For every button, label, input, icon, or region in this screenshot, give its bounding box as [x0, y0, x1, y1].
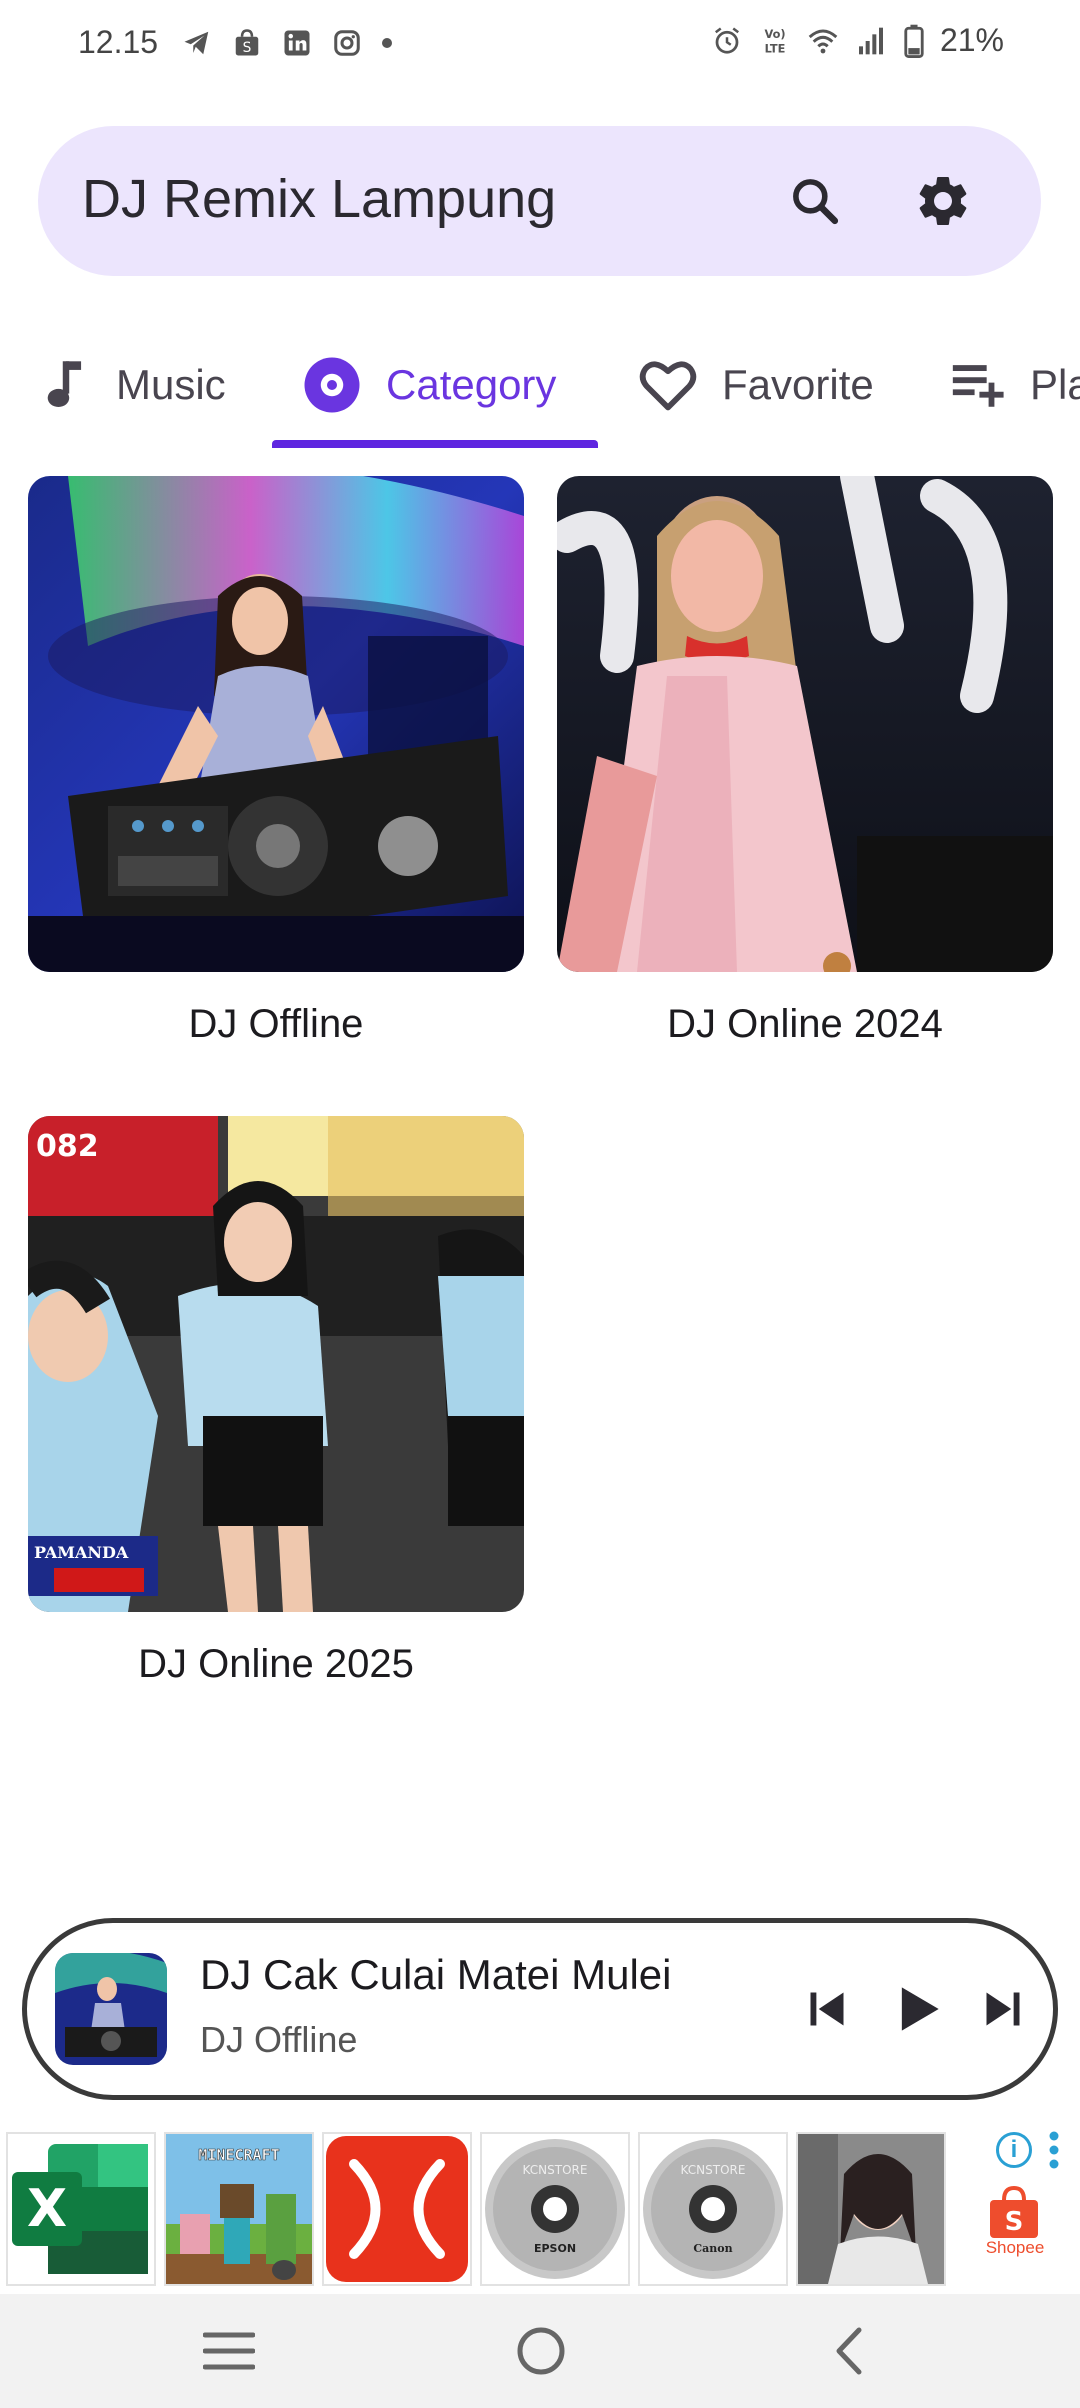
excel-letter: X	[27, 2179, 67, 2239]
svg-text:S: S	[1005, 2207, 1024, 2237]
playlist-add-icon	[952, 365, 1004, 407]
tab-favorite-label: Favorite	[722, 361, 874, 408]
category-card-dj-online-2025[interactable]: 082 PAMANDA DJ Online 2025	[28, 1116, 524, 1687]
next-button[interactable]	[965, 1971, 1041, 2047]
volte-icon: Vo) LTE	[758, 24, 792, 58]
status-bar: 12.15 S Vo) LTE 21%	[0, 0, 1080, 90]
back-button[interactable]	[814, 2316, 884, 2386]
tab-music[interactable]: Music	[40, 320, 226, 450]
cd-icon: KCNSTORE Canon	[640, 2134, 786, 2284]
epson-label: EPSON	[534, 2242, 576, 2255]
minecraft-label: MINECRAFT	[198, 2146, 279, 2164]
shopee-label: Shopee	[985, 2238, 1045, 2257]
alarm-icon	[710, 24, 744, 58]
app-title: DJ Remix Lampung	[82, 169, 557, 229]
canon-label: Canon	[693, 2242, 732, 2255]
excel-icon: X	[8, 2134, 154, 2284]
search-button[interactable]	[778, 164, 852, 238]
ad-info-icon[interactable]: i	[996, 2132, 1032, 2168]
telegram-icon	[180, 26, 214, 60]
instagram-icon	[330, 26, 364, 60]
ad-epson-cd[interactable]: KCNSTORE EPSON	[480, 2132, 630, 2286]
skip-previous-icon	[810, 1992, 844, 2026]
player-subtitle: DJ Offline	[200, 2019, 358, 2060]
mini-player[interactable]: DJ Cak Culai Matei Mulei DJ Offline	[22, 1918, 1058, 2100]
svg-text:S: S	[243, 40, 252, 56]
cd-icon: KCNSTORE EPSON	[482, 2134, 628, 2284]
back-chevron-icon	[836, 2327, 862, 2375]
recent-apps-button[interactable]	[194, 2316, 264, 2386]
dot-icon	[380, 26, 394, 60]
cd-store-label: KCNSTORE	[681, 2163, 746, 2177]
play-icon	[901, 1987, 939, 2031]
svg-text:Vo): Vo)	[764, 27, 785, 41]
tab-favorite[interactable]: Favorite	[638, 320, 874, 450]
system-icons: Vo) LTE 21%	[710, 22, 1004, 59]
category-image	[557, 476, 1053, 972]
xmind-icon	[324, 2134, 470, 2284]
home-button[interactable]	[506, 2316, 576, 2386]
home-circle-icon	[517, 2327, 565, 2375]
linkedin-icon	[280, 26, 314, 60]
tab-music-label: Music	[116, 361, 226, 408]
skip-next-icon	[986, 1992, 1020, 2026]
status-time: 12.15	[78, 24, 159, 60]
previous-button[interactable]	[789, 1971, 865, 2047]
ad-more-icon[interactable]	[1048, 2130, 1060, 2170]
photo-image	[798, 2134, 944, 2284]
battery-icon	[902, 24, 926, 58]
category-label: DJ Offline	[188, 1002, 364, 1046]
svg-text:LTE: LTE	[765, 41, 786, 55]
category-label: DJ Online 2025	[138, 1642, 414, 1686]
notification-icons: S	[180, 26, 394, 60]
settings-button[interactable]	[906, 164, 980, 238]
play-button[interactable]	[879, 1971, 955, 2047]
tab-playlist-label: Pla	[1030, 361, 1080, 408]
ad-xmind-app[interactable]	[322, 2132, 472, 2286]
category-image: 082 PAMANDA	[28, 1116, 524, 1612]
player-title: DJ Cak Culai Matei Mulei	[200, 1951, 672, 1998]
shopee-icon: S	[230, 26, 264, 60]
category-card-dj-online-2024[interactable]: DJ Online 2024	[557, 476, 1053, 1047]
ad-minecraft-app[interactable]: MINECRAFT	[164, 2132, 314, 2286]
signal-icon	[854, 24, 888, 58]
heart-icon	[639, 361, 697, 411]
search-bar[interactable]: DJ Remix Lampung	[38, 126, 1041, 276]
search-icon	[793, 179, 839, 225]
ad-canon-cd[interactable]: KCNSTORE Canon	[638, 2132, 788, 2286]
category-card-dj-offline[interactable]: DJ Offline	[28, 476, 524, 1047]
menu-icon	[203, 2332, 255, 2370]
disc-icon	[304, 357, 360, 413]
shopee-bag-icon[interactable]: S	[988, 2185, 1040, 2240]
ad-photo-app[interactable]	[796, 2132, 946, 2286]
tab-bar: Music Category Favorite Pla	[0, 320, 1080, 450]
music-note-icon	[47, 361, 82, 407]
minecraft-image: MINECRAFT	[166, 2134, 312, 2284]
ad-banner[interactable]: X MINECRAFT KCNSTORE EPSON KCNSTORE Cano…	[0, 2126, 1080, 2294]
system-nav-bar	[0, 2294, 1080, 2408]
ad-excel-app[interactable]: X	[6, 2132, 156, 2286]
tab-playlist[interactable]: Pla	[948, 320, 1080, 450]
svg-text:082: 082	[36, 1129, 99, 1164]
tab-category[interactable]: Category	[302, 320, 556, 450]
wifi-icon	[806, 24, 840, 58]
category-label: DJ Online 2024	[667, 1002, 943, 1046]
cd-store-label: KCNSTORE	[523, 2163, 588, 2177]
tab-indicator	[272, 440, 598, 448]
gear-icon	[919, 176, 967, 225]
player-thumbnail	[55, 1953, 167, 2065]
category-image	[28, 476, 524, 972]
tab-category-label: Category	[386, 361, 557, 408]
battery-percent: 21%	[939, 22, 1004, 58]
svg-text:PAMANDA: PAMANDA	[34, 1543, 129, 1562]
